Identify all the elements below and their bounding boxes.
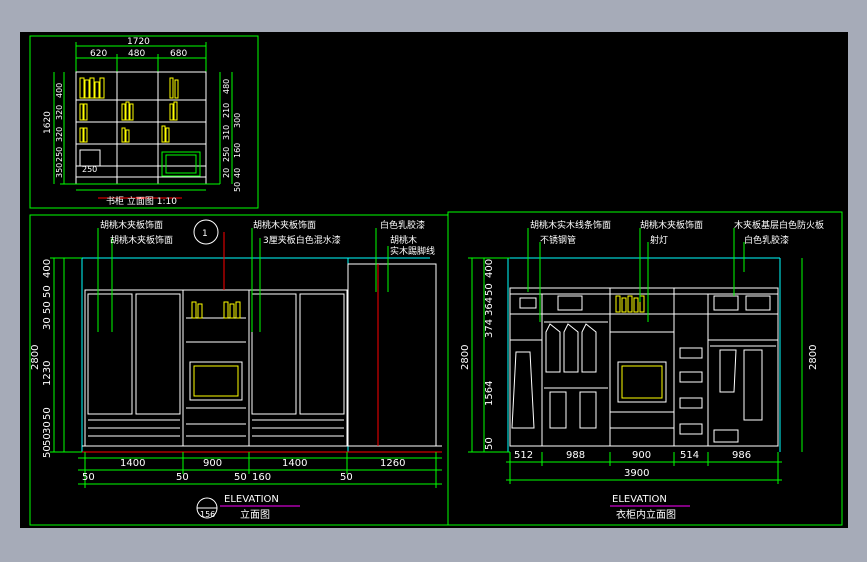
bookcase-dim-right-7: 160	[233, 143, 242, 158]
right-dim-left-5: 1564	[484, 381, 495, 406]
bookcase-dim-top-3: 680	[170, 49, 187, 59]
right-dim-total: 3900	[624, 468, 649, 479]
cad-drawing: .g{stroke:#00ff00;fill:none;stroke-width…	[29, 35, 843, 526]
left-dim-left-8: 50	[42, 433, 53, 446]
bookcase-dim-left-2: 320	[55, 105, 64, 120]
right-annotation-4: 射灯	[650, 234, 668, 246]
left-annotation-3: 胡桃木夹板饰面	[253, 219, 316, 231]
left-dim-left-9: 50	[42, 445, 53, 458]
left-annotation-2: 胡桃木夹板饰面	[110, 234, 173, 246]
bookcase-dim-right-3: 310	[222, 125, 231, 140]
right-dim-bottom-3: 900	[632, 450, 651, 461]
left-dim-left-2: 50	[42, 285, 53, 298]
left-dim-left-5: 1230	[42, 361, 53, 386]
left-section-sheet: 156	[200, 510, 215, 519]
left-dim-bottom-small-1: 50	[82, 472, 95, 483]
left-annotation-7: 实木踢脚线	[390, 245, 435, 257]
left-dim-bottom-5: 1260	[380, 458, 405, 469]
left-label-cn: 立面图	[240, 508, 270, 521]
right-annotation-6: 白色乳胶漆	[744, 234, 789, 246]
bookcase-dim-small: 250	[82, 165, 97, 174]
bookcase-dim-top-1: 620	[90, 49, 107, 59]
right-dim-bottom-4: 514	[680, 450, 699, 461]
bookcase-dim-right-5: 300	[233, 113, 242, 128]
left-label-en: ELEVATION	[224, 494, 279, 505]
right-dim-right: 2800	[808, 345, 819, 370]
cad-drawing-canvas[interactable]: .g{stroke:#00ff00;fill:none;stroke-width…	[20, 32, 848, 528]
left-dim-left-3: 50	[42, 301, 53, 314]
right-dim-left-3: 364	[484, 297, 495, 316]
right-dim-bottom-2: 988	[566, 450, 585, 461]
left-annotation-5: 白色乳胶漆	[380, 219, 425, 231]
bookcase-dim-right-9: 50	[233, 182, 242, 192]
right-annotation-1: 胡桃木实木线条饰面	[530, 219, 611, 231]
left-dim-left-1: 400	[42, 259, 53, 278]
bookcase-dim-left-3: 320	[55, 127, 64, 142]
bookcase-dim-right-8: 40	[233, 168, 242, 178]
left-dim-overall-height: 2800	[30, 345, 41, 370]
right-annotation-5: 木夹板基层白色防火板	[734, 219, 824, 231]
right-dim-left-4: 374	[484, 319, 495, 338]
right-dim-left-2: 50	[484, 283, 495, 296]
bookcase-dim-right-2: 210	[222, 103, 231, 118]
right-dim-bottom-1: 512	[514, 450, 533, 461]
right-dim-left-1: 400	[484, 259, 495, 278]
bookcase-dim-right-1: 480	[222, 79, 231, 94]
right-annotation-2: 不锈钢管	[540, 234, 576, 246]
bookcase-dim-left-4: 250	[55, 147, 64, 162]
right-label-en: ELEVATION	[612, 494, 667, 505]
left-annotation-4: 3厘夹板白色混水漆	[263, 234, 341, 246]
left-dim-bottom-1: 1400	[120, 458, 145, 469]
left-dim-bottom-small-3: 50	[234, 472, 247, 483]
right-dim-bottom-5: 986	[732, 450, 751, 461]
bookcase-drawing: 1720 620 480 680 1620 400 320 320 250 35…	[29, 35, 259, 209]
right-elevation-drawing: 胡桃木实木线条饰面 不锈钢管 胡桃木夹板饰面 射灯 木夹板基层白色防火板 白色乳…	[447, 211, 843, 526]
right-label-cn: 衣柜内立面图	[616, 508, 676, 521]
left-dim-bottom-small-2: 50	[176, 472, 189, 483]
left-dim-left-4: 30	[42, 317, 53, 330]
bookcase-title: 书柜 立面图 1:10	[106, 195, 177, 207]
right-dim-overall-height: 2800	[460, 345, 471, 370]
left-dim-left-7: 30	[42, 421, 53, 434]
bookcase-dim-left-5: 350	[55, 163, 64, 178]
bookcase-dim-left-1: 400	[55, 83, 64, 98]
bookcase-dim-total-height: 1620	[43, 111, 53, 134]
left-dim-bottom-4: 1400	[282, 458, 307, 469]
left-section-marker-number: 1	[202, 229, 208, 239]
left-dim-bottom-3: 160	[252, 472, 271, 483]
left-dim-left-6: 50	[42, 407, 53, 420]
left-dim-bottom-2: 900	[203, 458, 222, 469]
bookcase-dim-top-2: 480	[128, 49, 145, 59]
bookcase-dim-right-6: 20	[222, 168, 231, 178]
bookcase-dim-right-4: 250	[222, 147, 231, 162]
bookcase-dim-total-width: 1720	[127, 37, 150, 47]
left-dim-bottom-small-4: 50	[340, 472, 353, 483]
left-annotation-1: 胡桃木夹板饰面	[100, 219, 163, 231]
left-annotation-6: 胡桃木	[390, 234, 417, 246]
right-annotation-3: 胡桃木夹板饰面	[640, 219, 703, 231]
left-elevation-drawing: 1 胡桃木夹板饰面 胡桃木夹板饰面 胡桃木夹板饰面 3厘夹板白色混水漆 白色乳胶…	[29, 214, 449, 526]
right-dim-left-6: 50	[484, 437, 495, 450]
